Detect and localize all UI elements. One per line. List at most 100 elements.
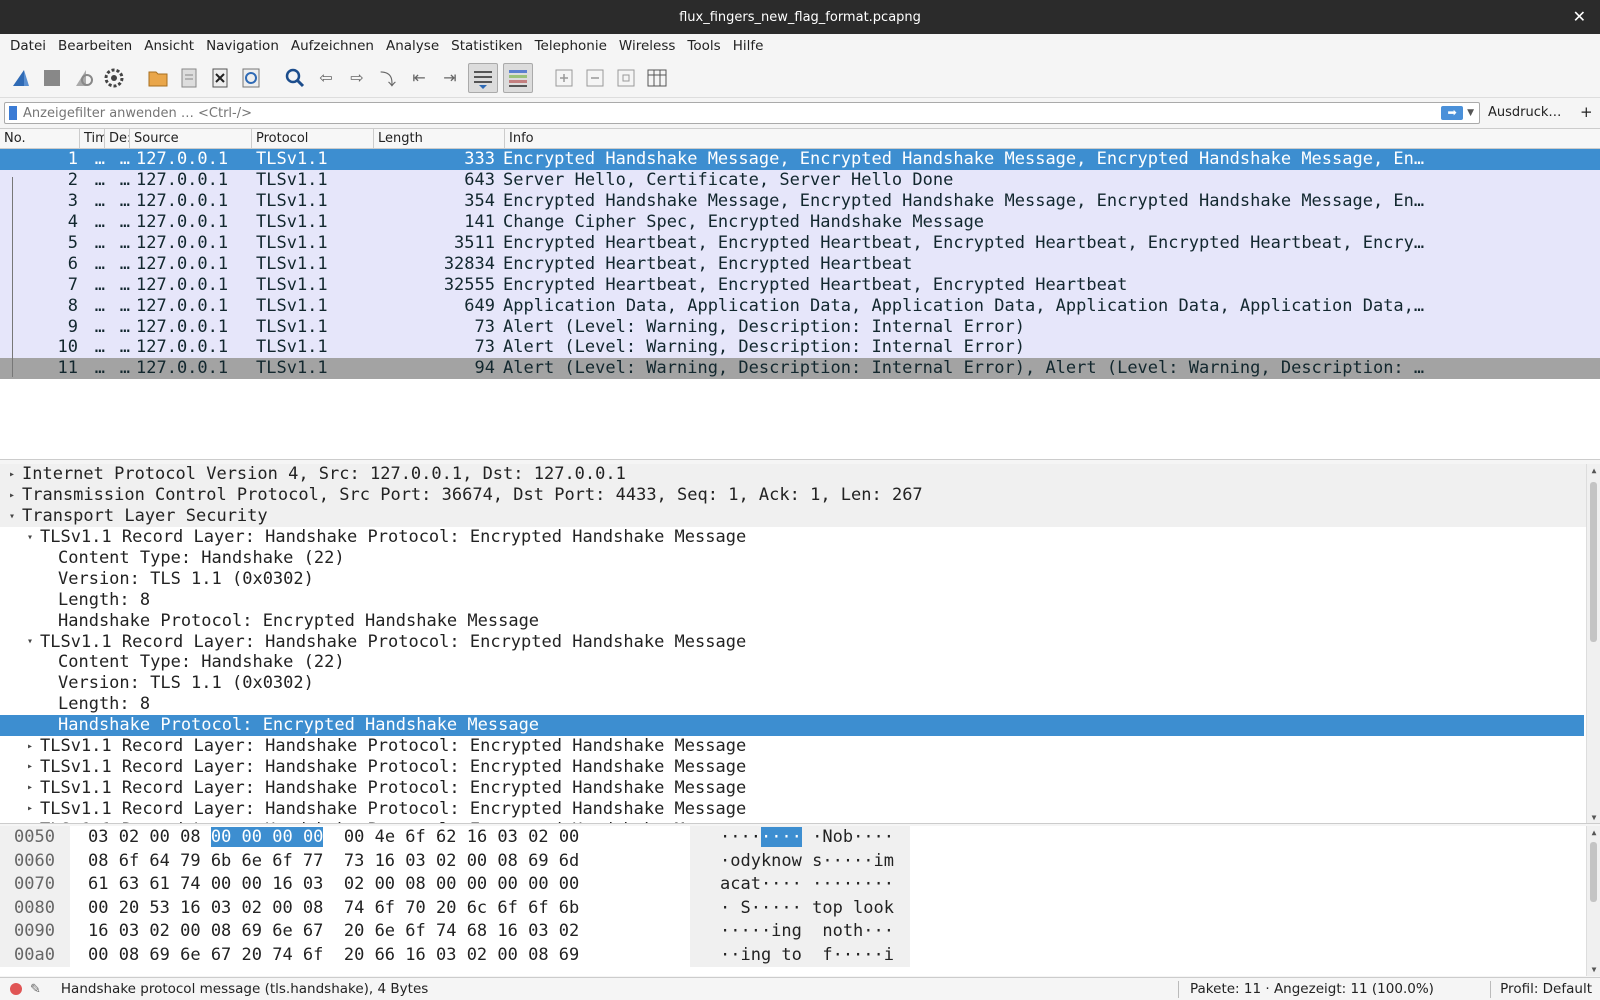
menu-tools[interactable]: Tools [681,38,726,54]
reload-icon[interactable] [238,65,264,91]
menu-telephonie[interactable]: Telephonie [529,38,613,54]
options-gear-icon[interactable] [101,65,127,91]
menu-datei[interactable]: Datei [4,38,52,54]
hex-bytes[interactable]: 00 08 69 6e 67 20 74 6f 20 66 16 03 02 0… [70,944,690,968]
add-filter-button[interactable]: + [1580,103,1593,121]
collapse-arrow-icon[interactable]: ▾ [24,532,36,543]
shark-fin-icon[interactable] [8,65,34,91]
detail-tree-item[interactable]: Handshake Protocol: Encrypted Handshake … [0,714,1584,736]
hex-bytes[interactable]: 16 03 02 00 08 69 6e 67 20 6e 6f 74 68 1… [70,920,690,944]
column-header-length[interactable]: Length [374,129,505,148]
column-header-no[interactable]: No. [0,129,80,148]
column-header-protocol[interactable]: Protocol [252,129,374,148]
detail-tree-item[interactable]: ▾ TLSv1.1 Record Layer: Handshake Protoco… [0,527,1600,548]
autoscroll-icon[interactable] [468,62,498,93]
column-header-destination[interactable]: De: [105,129,130,148]
filter-history-dropdown-icon[interactable]: ▼ [1467,108,1474,118]
detail-tree-item[interactable]: Content Type: Handshake (22) [0,548,1600,569]
packet-row[interactable]: 1 … … 127.0.0.1 TLSv1.1 333 Encrypted Handshak… [0,149,1600,170]
profile-indicator[interactable]: Profil: Default [1500,981,1592,997]
expand-arrow-icon[interactable]: ▸ [24,741,36,752]
column-header-info[interactable]: Info [505,129,1600,148]
detail-tree-item[interactable]: ▸ Transmission Control Protocol, Src Port… [0,484,1600,506]
hex-bytes[interactable]: 00 20 53 16 03 02 00 08 74 6f 70 20 6c 6… [70,897,690,921]
detail-tree-item[interactable]: Version: TLS 1.1 (0x0302) [0,568,1600,589]
zoom-reset-icon[interactable] [613,65,639,91]
last-icon[interactable]: ⇥ [437,65,463,91]
packet-row[interactable]: 3…… 127.0.0.1 TLSv1.1 354 Encrypted Handshak… [0,190,1600,212]
menu-analyse[interactable]: Analyse [380,38,445,54]
menu-ansicht[interactable]: Ansicht [138,38,200,54]
scroll-down-icon[interactable]: ▼ [1587,965,1600,974]
detail-tree-item[interactable]: ▾ TLSv1.1 Record Layer: Handshake Protoco… [0,631,1600,652]
detail-tree-item[interactable]: ▾ Transport Layer Security [0,505,1600,527]
capture-comment-icon[interactable]: ✎ [30,982,41,997]
hex-bytes[interactable]: 08 6f 64 79 6b 6e 6f 77 73 16 03 02 00 0… [70,850,690,874]
expand-arrow-icon[interactable]: ▸ [24,782,36,793]
close-window-icon[interactable]: ✕ [1573,7,1586,26]
menu-aufzeichnen[interactable]: Aufzeichnen [285,38,380,54]
ascii-bytes[interactable]: ··ing to f·····i [690,943,910,967]
ascii-bytes[interactable]: ·odyknow s·····im [690,849,910,873]
menu-hilfe[interactable]: Hilfe [727,38,770,54]
detail-tree-item[interactable]: ▸TLSv1.1 Record Layer: Handshake Protoco… [0,756,1600,777]
colorize-icon[interactable] [503,62,533,93]
collapse-arrow-icon[interactable]: ▾ [6,511,18,522]
hex-bytes[interactable]: 61 63 61 74 00 00 16 03 02 00 08 00 00 0… [70,873,690,897]
apply-filter-arrow-icon[interactable]: ➡ [1441,106,1464,120]
forward-icon[interactable]: ⇨ [344,65,370,91]
expand-arrow-icon[interactable]: ▸ [6,490,18,501]
find-icon[interactable] [282,65,308,91]
expression-button[interactable]: Ausdruck… [1488,105,1561,120]
detail-tree-item[interactable]: ▸TLSv1.1 Record Layer: Handshake Protoco… [0,798,1600,819]
back-icon[interactable]: ⇦ [313,65,339,91]
scroll-up-icon[interactable]: ▲ [1587,828,1600,837]
menu-navigation[interactable]: Navigation [200,38,285,54]
collapse-arrow-icon[interactable]: ▾ [24,636,36,647]
detail-tree-item[interactable]: Handshake Protocol: Encrypted Handshake … [0,610,1600,631]
ascii-bytes[interactable]: acat···· ········ [690,873,910,897]
packet-row[interactable]: 9…… 127.0.0.1 TLSv1.1 73 Alert (Level: Warni… [0,316,1600,338]
details-scroll-thumb[interactable] [1590,482,1597,642]
zoom-out-icon[interactable] [582,65,608,91]
display-filter-input[interactable] [23,105,1442,121]
details-scrollbar[interactable]: ▲ ▼ [1586,464,1600,823]
column-header-time[interactable]: Tim [80,129,105,148]
packet-row[interactable]: 4…… 127.0.0.1 TLSv1.1 141 Change Cipher Spec… [0,211,1600,233]
packet-row[interactable]: 2…… 127.0.0.1 TLSv1.1 643 Server Hello, Cert… [0,169,1600,191]
packet-row[interactable]: 5…… 127.0.0.1 TLSv1.1 3511 Encrypted Heartbe… [0,232,1600,254]
ascii-bytes[interactable]: ·····ing noth··· [690,920,910,944]
packet-row[interactable]: 10…… 127.0.0.1 TLSv1.1 73 Alert (Level: Warn… [0,337,1600,358]
detail-tree-item[interactable]: Version: TLS 1.1 (0x0302) [0,673,1600,694]
expand-arrow-icon[interactable]: ▸ [24,803,36,814]
menu-wireless[interactable]: Wireless [613,38,682,54]
bytes-scrollbar[interactable]: ▲ ▼ [1586,826,1600,976]
detail-tree-item[interactable]: ▸TLSv1.1 Record Layer: Handshake Protoco… [0,777,1600,798]
bookmark-icon[interactable] [9,106,17,120]
menu-bearbeiten[interactable]: Bearbeiten [52,38,138,54]
first-icon[interactable]: ⇤ [406,65,432,91]
goto-icon[interactable]: ⤵ [375,65,401,91]
detail-tree-item[interactable]: Length: 8 [0,589,1600,610]
expert-info-icon[interactable] [10,983,22,995]
packet-row[interactable]: 6…… 127.0.0.1 TLSv1.1 32834 Encrypted Heartb… [0,253,1600,275]
menu-statistiken[interactable]: Statistiken [445,38,528,54]
packet-row[interactable]: 7…… 127.0.0.1 TLSv1.1 32555 Encrypted Heartb… [0,274,1600,296]
detail-tree-item[interactable]: ▸TLSv1.1 Record Layer: Handshake Protoco… [0,819,1600,823]
resize-columns-icon[interactable] [644,65,670,91]
hex-bytes[interactable]: 03 02 00 08 00 00 00 00 00 4e 6f 62 16 0… [70,826,690,850]
detail-tree-item[interactable]: ▸TLSv1.1 Record Layer: Handshake Protoco… [0,736,1600,757]
expand-arrow-icon[interactable]: ▸ [6,469,18,480]
packet-row[interactable]: 8…… 127.0.0.1 TLSv1.1 649 Application Data, … [0,295,1600,317]
detail-tree-item[interactable]: Length: 8 [0,694,1600,715]
zoom-in-icon[interactable] [551,65,577,91]
column-header-source[interactable]: Source [130,129,252,148]
open-folder-icon[interactable] [145,65,171,91]
ascii-bytes[interactable]: · S····· top look [690,896,910,920]
expand-arrow-icon[interactable]: ▸ [24,761,36,772]
scroll-up-icon[interactable]: ▲ [1587,466,1600,475]
detail-tree-item[interactable]: Content Type: Handshake (22) [0,652,1600,673]
stop-icon[interactable] [39,65,65,91]
restart-icon[interactable] [70,65,96,91]
save-file-icon[interactable] [176,65,202,91]
